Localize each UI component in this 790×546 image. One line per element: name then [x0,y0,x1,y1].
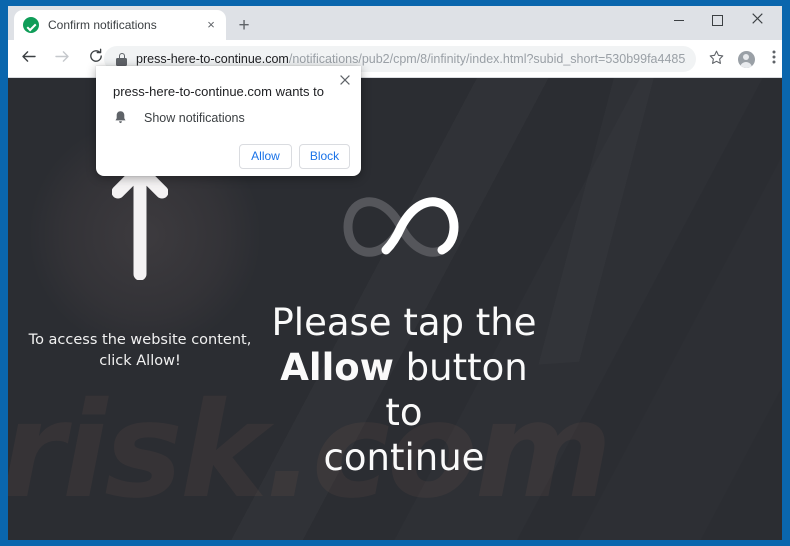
back-button[interactable] [16,48,40,72]
bell-icon [113,110,129,126]
headline-line-3: continue [323,436,485,480]
star-glyph-icon [709,50,723,64]
url-host: press-here-to-continue.com [136,52,289,66]
new-tab-button[interactable]: + [232,14,256,38]
bookmark-star-icon[interactable] [705,49,727,71]
allow-button[interactable]: Allow [239,144,292,169]
window-close-button[interactable] [738,6,776,34]
maximize-icon [711,15,723,27]
dialog-option-row: Show notifications [113,110,245,126]
tab-favicon-check-circle-icon [23,17,39,33]
headline-allow-word: Allow [280,346,394,390]
left-caption-text: To access the website content, click All… [28,332,252,370]
tab-close-icon[interactable]: × [203,17,219,33]
window-minimize-button[interactable] [660,6,698,34]
forward-button [50,48,74,72]
screenshot-frame: Confirm notifications × + press-here-to-… [0,0,790,546]
infinity-spinner-icon [343,197,459,257]
browser-tab[interactable]: Confirm notifications × [14,10,226,40]
close-icon [751,13,763,24]
minimize-icon [674,20,684,22]
back-arrow-icon [21,51,36,62]
browser-window: Confirm notifications × + press-here-to-… [8,6,782,540]
up-arrow-icon [112,163,168,280]
dialog-option-label: Show notifications [144,111,245,125]
dialog-title: press-here-to-continue.com wants to [113,84,324,99]
padlock-icon [116,52,127,66]
reload-icon [90,48,102,62]
profile-avatar-icon[interactable] [735,49,757,71]
headline-line-2-rest: button to [385,346,528,435]
tab-title: Confirm notifications [48,18,157,32]
page-headline: Please tap the Allow button to continue [266,300,542,481]
browser-titlebar: Confirm notifications × + [8,6,782,40]
window-maximize-button[interactable] [698,6,736,34]
url-path: /notifications/pub2/cpm/8/infinity/index… [288,52,686,66]
close-x-icon [340,75,350,85]
avatar [737,51,755,68]
browser-menu-icon[interactable] [763,49,782,71]
block-button[interactable]: Block [299,144,350,169]
three-dots-icon [772,50,776,64]
address-bar-url: press-here-to-continue.com/notifications… [136,52,686,66]
headline-line-1: Please tap the [271,301,537,344]
bell-glyph-icon [115,111,126,124]
forward-arrow-icon [54,51,69,62]
notification-permission-dialog: press-here-to-continue.com wants to Show… [96,66,361,176]
